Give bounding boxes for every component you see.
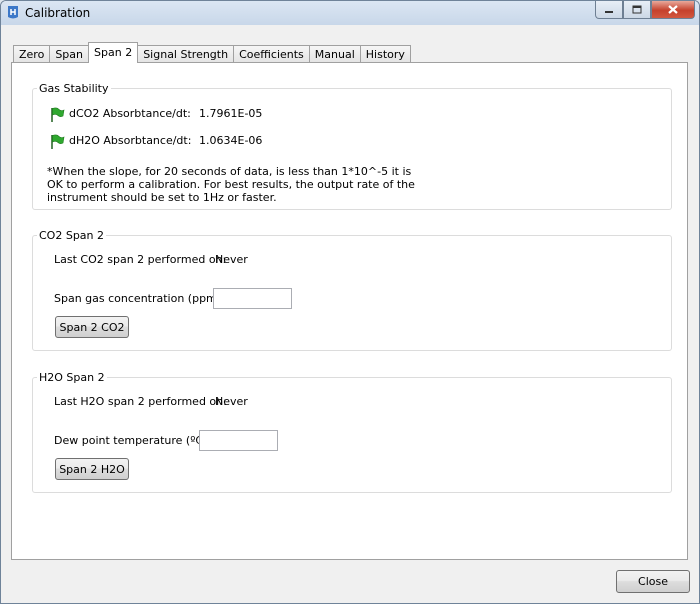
green-flag-icon [51,107,65,122]
close-window-button[interactable] [651,1,695,19]
tab-manual[interactable]: Manual [308,45,361,63]
co2-span2-group: CO2 Span 2 Last CO2 span 2 performed on:… [32,229,672,351]
app-icon [8,6,18,19]
span-2-h2o-button[interactable]: Span 2 H2O [55,458,129,480]
dco2-value: 1.7961E-05 [199,107,263,120]
h2o-span2-group: H2O Span 2 Last H2O span 2 performed on:… [32,371,672,493]
last-h2o-span2-label: Last H2O span 2 performed on: [54,395,227,408]
span-2-co2-button[interactable]: Span 2 CO2 [55,316,129,338]
gas-stability-group: Gas Stability dCO2 Absorbtance/dt: 1.796… [32,82,672,210]
dialog-client: Zero Span Span 2 Signal Strength Coeffic… [8,25,692,596]
last-h2o-span2-value: Never [215,395,248,408]
stability-note: *When the slope, for 20 seconds of data,… [47,165,415,204]
dh2o-value: 1.0634E-06 [199,134,263,147]
span-gas-concentration-input[interactable] [213,288,292,309]
minimize-button[interactable] [595,1,623,19]
span2-tab-panel: Gas Stability dCO2 Absorbtance/dt: 1.796… [11,62,688,560]
dew-point-temperature-input[interactable] [199,430,278,451]
close-button[interactable]: Close [616,570,690,593]
maximize-icon [632,5,642,14]
tab-coefficients[interactable]: Coefficients [233,45,310,63]
tab-signal-strength[interactable]: Signal Strength [137,45,235,63]
dew-point-temperature-label: Dew point temperature (ºC): [54,434,212,447]
co2-span2-title: CO2 Span 2 [39,229,105,242]
tab-zero[interactable]: Zero [13,45,51,63]
calibration-window: Calibration Zero Span Span 2 Signal Stre… [0,0,700,604]
tab-history[interactable]: History [359,45,411,63]
dco2-label: dCO2 Absorbtance/dt: [69,107,191,120]
green-flag-icon [51,134,65,149]
gas-stability-title: Gas Stability [39,82,109,95]
window-title: Calibration [25,6,91,20]
minimize-icon [605,10,613,13]
tab-span-2[interactable]: Span 2 [88,42,139,63]
span-gas-concentration-label: Span gas concentration (ppm): [54,292,225,305]
title-bar[interactable]: Calibration [1,1,699,25]
tab-strip: Zero Span Span 2 Signal Strength Coeffic… [13,42,411,63]
h2o-span2-title: H2O Span 2 [39,371,105,384]
dh2o-label: dH2O Absorbtance/dt: [69,134,192,147]
last-co2-span2-label: Last CO2 span 2 performed on: [54,253,227,266]
tab-span[interactable]: Span [49,45,90,63]
close-icon [668,5,678,14]
last-co2-span2-value: Never [215,253,248,266]
maximize-button[interactable] [623,1,651,19]
